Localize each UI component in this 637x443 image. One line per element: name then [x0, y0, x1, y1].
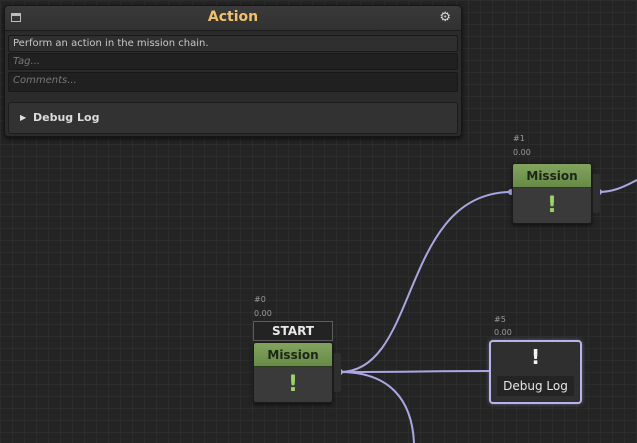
- wire-start-to-offscreen-node: [339, 371, 415, 443]
- node-0-id: #0: [254, 295, 266, 304]
- wire-mission-1-to-offscreen-node: [597, 179, 637, 193]
- wire-start-to-debug-log: [339, 370, 490, 373]
- triangle-right-icon: ▶: [20, 113, 27, 122]
- panel-title: Action: [207, 9, 259, 25]
- node-1-output-port[interactable]: [593, 174, 600, 213]
- inspector-panel: Action ⚙ Perform an action in the missio…: [4, 5, 462, 137]
- node-0-output-port[interactable]: [334, 353, 341, 392]
- exclamation-icon: !: [287, 372, 299, 397]
- description-field[interactable]: Perform an action in the mission chain.: [8, 35, 458, 52]
- debug-log-node-label: Debug Log: [497, 376, 574, 396]
- node-0-time: 0.00: [254, 309, 272, 318]
- tag-input[interactable]: Tag...: [8, 53, 458, 70]
- node-1-time: 0.00: [513, 148, 531, 157]
- node-header: Mission: [513, 164, 591, 188]
- node-1-id: #1: [513, 134, 525, 143]
- comments-input[interactable]: Comments...: [8, 72, 458, 92]
- gear-icon[interactable]: ⚙: [439, 10, 451, 26]
- panel-header: Action ⚙: [5, 6, 461, 31]
- exclamation-icon: !: [546, 193, 558, 218]
- mission-node-0[interactable]: Mission !: [253, 342, 333, 403]
- node-5-time: 0.00: [494, 328, 512, 337]
- wire-start-to-mission-1: [339, 191, 513, 373]
- debug-log-foldout[interactable]: ▶ Debug Log: [8, 102, 458, 134]
- debug-log-node[interactable]: ! Debug Log: [489, 340, 582, 404]
- node-header: Mission: [254, 343, 332, 367]
- mission-node-1[interactable]: Mission !: [512, 163, 592, 224]
- exclamation-icon: !: [530, 345, 541, 369]
- node-5-id: #5: [494, 315, 506, 324]
- start-badge: START: [253, 321, 333, 341]
- debug-log-label: Debug Log: [33, 111, 100, 124]
